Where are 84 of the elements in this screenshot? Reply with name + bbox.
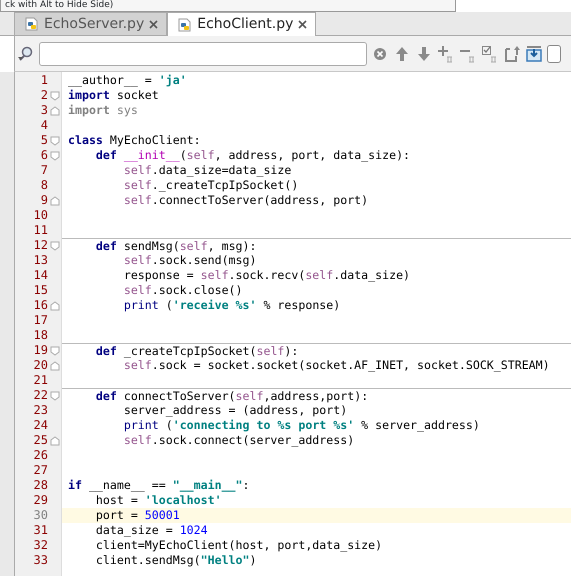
code-line: __author__ = 'ja' (67, 73, 188, 88)
line-number: 24 (32, 418, 48, 433)
fold-marker-icon[interactable] (50, 360, 60, 370)
line-number: 4 (40, 118, 48, 133)
code-line: def _createTcpIpSocket(self): (62, 343, 571, 358)
line-number: 27 (32, 463, 48, 478)
code-line: print ('connecting to %s port %s' % server_address) (122, 418, 481, 433)
line-number: 23 (32, 403, 48, 418)
select-all-icon[interactable] (481, 44, 499, 62)
down-arrow-icon[interactable] (415, 44, 433, 62)
line-number: 29 (32, 493, 48, 508)
code-line: import sys (67, 103, 139, 118)
line-number: 26 (32, 448, 48, 463)
line-number: 31 (32, 523, 48, 538)
fold-marker-icon[interactable] (50, 346, 60, 356)
export-icon[interactable] (503, 44, 521, 62)
line-number: 16 (32, 298, 48, 313)
file-tab[interactable]: EchoClient.py (167, 12, 316, 36)
code-line: client=MyEchoClient(host, port,data_size) (94, 538, 384, 553)
fold-marker-icon[interactable] (50, 136, 60, 146)
python-file-icon (178, 18, 192, 32)
python-file-icon (25, 17, 39, 31)
line-number: 3 (40, 103, 48, 118)
line-number: 13 (32, 253, 48, 268)
fold-marker-icon[interactable] (50, 106, 60, 116)
code-line: self.connectToServer(address, port) (122, 193, 370, 208)
line-number: 17 (32, 313, 48, 328)
line-number: 33 (32, 553, 48, 568)
line-number: 25 (32, 433, 48, 448)
code-line: self._createTcpIpSocket() (122, 178, 300, 193)
tooltip-text: ck with Alt to Hide Side) (0, 0, 456, 12)
search-icon[interactable] (17, 44, 35, 62)
add-occurrence-icon[interactable] (437, 44, 455, 62)
line-number: 14 (32, 268, 48, 283)
line-number: 2 (40, 88, 48, 103)
line-number: 30 (32, 508, 48, 523)
fold-marker-icon[interactable] (50, 240, 60, 250)
up-arrow-icon[interactable] (393, 44, 411, 62)
code-line: self.sock.close() (122, 283, 244, 298)
fold-marker-icon[interactable] (50, 300, 60, 310)
line-number: 6 (40, 148, 48, 163)
line-number: 1 (40, 73, 48, 88)
fold-marker-icon[interactable] (50, 436, 60, 446)
line-number: 5 (40, 133, 48, 148)
code-line: self.data_size=data_size (122, 163, 292, 178)
code-line: class MyEchoClient: (67, 133, 202, 148)
line-number: 10 (32, 208, 48, 223)
line-number: 15 (32, 283, 48, 298)
code-line: def connectToServer(self,address,port): (62, 388, 571, 403)
line-number: 20 (32, 358, 48, 373)
fold-marker-icon[interactable] (50, 150, 60, 160)
fold-marker-icon[interactable] (50, 196, 60, 206)
code-line: self.sock.send(msg) (122, 253, 258, 268)
code-line: def __init__(self, address, port, data_size): (94, 148, 412, 163)
fold-marker-icon[interactable] (50, 90, 60, 100)
code-line: data_size = 1024 (94, 523, 209, 538)
line-number: 12 (32, 238, 48, 253)
line-number: 18 (32, 328, 48, 343)
line-number: 21 (32, 373, 48, 388)
code-line: self.sock = socket.socket(socket.AF_INET, socket.SOCK_STREAM) (122, 358, 551, 373)
checkbox[interactable] (547, 44, 561, 62)
import-icon[interactable] (525, 44, 543, 62)
code-line: print ('receive %s' % response) (122, 298, 342, 313)
file-tab[interactable]: EchoServer.py (14, 12, 168, 35)
line-number: 7 (40, 163, 48, 178)
line-number: 8 (40, 178, 48, 193)
line-number: 9 (40, 193, 48, 208)
fold-marker-icon[interactable] (50, 390, 60, 400)
line-number: 11 (32, 223, 48, 238)
code-line: host = 'localhost' (94, 493, 223, 508)
code-line: def sendMsg(self, msg): (62, 238, 571, 253)
code-line: import socket (67, 88, 160, 103)
close-icon[interactable] (298, 20, 308, 29)
close-icon[interactable] (149, 20, 158, 28)
search-field[interactable] (39, 42, 367, 66)
code-line: server_address = (address, port) (122, 403, 348, 418)
code-line: self.sock.connect(server_address) (122, 433, 356, 448)
code-line: if __name__ == "__main__": (67, 478, 251, 493)
code-line: response = self.sock.recv(self.data_size) (122, 268, 412, 283)
line-number: 22 (32, 388, 48, 403)
line-number: 28 (32, 478, 48, 493)
code-line: client.sendMsg("Hello") (94, 553, 258, 568)
line-number: 19 (32, 343, 48, 358)
line-number: 32 (32, 538, 48, 553)
